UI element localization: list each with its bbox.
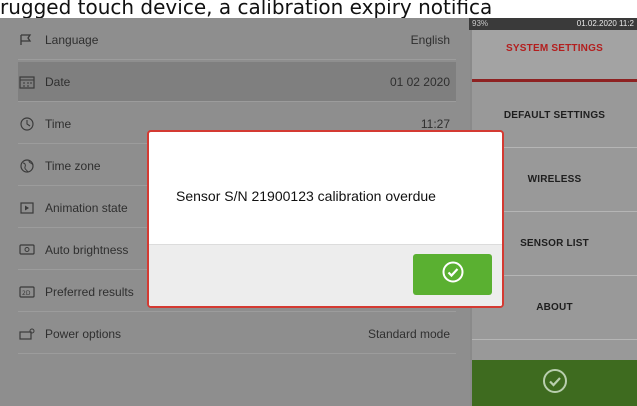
status-clock: 01.02.2020 11:2: [576, 19, 634, 28]
dialog-ok-button[interactable]: [413, 254, 492, 295]
svg-text:2D: 2D: [22, 290, 31, 297]
check-circle-icon: [441, 260, 465, 289]
globe-icon: [18, 158, 36, 173]
clock-icon: [18, 116, 36, 131]
battery-level: 93%: [472, 19, 489, 28]
calibration-alert-dialog: Sensor S/N 21900123 calibration overdue: [147, 130, 504, 308]
check-circle-icon: [541, 367, 569, 400]
caption-text: rugged touch device, a calibration expir…: [0, 0, 493, 19]
flag-icon: [18, 33, 36, 47]
settings-row-label: Power options: [45, 326, 122, 341]
settings-row-language[interactable]: Language English: [18, 20, 456, 60]
settings-row-label: Time: [45, 116, 72, 131]
page: rugged touch device, a calibration expir…: [0, 0, 637, 406]
settings-row-label: Date: [45, 74, 71, 89]
settings-row-value: Standard mode: [367, 326, 450, 341]
animation-icon: [18, 201, 36, 215]
settings-row-date[interactable]: Date 01 02 2020: [18, 62, 456, 102]
settings-row-power-options[interactable]: Power options Standard mode: [18, 314, 456, 354]
brightness-icon: [18, 243, 36, 257]
settings-row-value: English: [410, 32, 450, 47]
results-icon: 2D: [18, 285, 36, 299]
dialog-message: Sensor S/N 21900123 calibration overdue: [176, 188, 436, 204]
calendar-icon: [18, 75, 36, 89]
device-screen: Language English Date 01 02 2020 Time 11…: [0, 18, 637, 406]
status-bar: 93% 01.02.2020 11:2: [469, 18, 637, 30]
settings-row-value: 11:27: [420, 116, 450, 131]
settings-row-value: 01 02 2020: [389, 74, 450, 89]
confirm-button[interactable]: [472, 360, 637, 406]
settings-row-label: Language: [45, 32, 99, 47]
dialog-footer: [149, 244, 502, 306]
power-icon: [18, 327, 36, 341]
